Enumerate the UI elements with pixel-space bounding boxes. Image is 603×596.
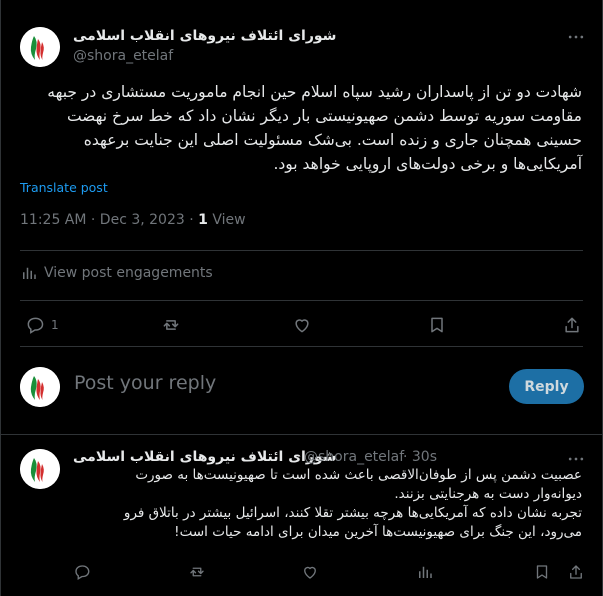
logo-icon <box>20 367 60 407</box>
bookmark-button[interactable] <box>427 315 447 335</box>
repost-button[interactable] <box>161 315 181 335</box>
divider <box>20 346 583 347</box>
logo-icon <box>20 27 60 67</box>
analytics-bars-icon <box>419 566 432 578</box>
divider <box>20 300 583 301</box>
reply-bubble-icon <box>27 317 44 334</box>
divider <box>1 434 602 435</box>
heart-icon <box>304 566 316 579</box>
reply-count: 1 <box>51 318 59 332</box>
reply-button[interactable]: 1 <box>25 315 59 335</box>
reply-author-name[interactable]: شورای ائتلاف نیروهای انقلاب اسلامی <box>73 449 336 465</box>
post-timestamp[interactable]: 11:25 AM · Dec 3, 2023 · <box>20 212 198 228</box>
reply-author-handle[interactable]: @shora_etelaf <box>304 449 404 465</box>
reply-submit-button[interactable]: Reply <box>509 369 584 404</box>
view-count: 1 <box>198 212 208 228</box>
like-button[interactable] <box>292 315 312 335</box>
author-name[interactable]: شورای ائتلاف نیروهای انقلاب اسلامی <box>73 28 336 44</box>
bookmark-icon <box>431 317 443 333</box>
share-icon <box>570 565 582 579</box>
engagements-label: View post engagements <box>44 265 213 281</box>
share-icon <box>565 317 579 333</box>
compose-avatar <box>20 367 60 407</box>
post-meta: 11:25 AM · Dec 3, 2023 · 1 View <box>20 212 246 228</box>
author-handle[interactable]: @shora_etelaf <box>73 48 173 64</box>
share-button[interactable] <box>562 315 582 335</box>
reply-bookmark-button[interactable] <box>533 563 551 581</box>
divider <box>20 250 583 251</box>
repost-icon <box>190 567 204 577</box>
reply-text: عصبیت دشمن پس از طوفان‌الاقصی باعث شده ا… <box>123 467 582 540</box>
reply-bubble-icon <box>75 565 90 580</box>
reply-like-button[interactable] <box>301 563 319 581</box>
analytics-bars-icon <box>23 267 36 279</box>
bookmark-icon <box>536 565 548 579</box>
reply-reply-button[interactable] <box>73 563 91 581</box>
reply-repost-button[interactable] <box>188 563 206 581</box>
more-icon[interactable] <box>566 27 586 47</box>
reply-input[interactable]: Post your reply <box>74 372 216 394</box>
view-engagements-link[interactable]: View post engagements <box>20 264 213 282</box>
reply-share-button[interactable] <box>567 563 585 581</box>
heart-icon <box>295 319 309 333</box>
logo-icon <box>20 449 60 489</box>
author-avatar[interactable] <box>20 27 60 67</box>
post-text: شهادت دو تن از پاسداران رشید سپاه اسلام … <box>47 83 582 173</box>
translate-post-link[interactable]: Translate post <box>20 180 108 195</box>
repost-icon <box>163 320 179 330</box>
tweet-detail-view: شورای ائتلاف نیروهای انقلاب اسلامی @shor… <box>0 0 603 596</box>
reply-analytics-button[interactable] <box>416 563 434 581</box>
view-label: View <box>207 212 246 228</box>
reply-time[interactable]: · 30s <box>403 449 437 465</box>
reply-author-avatar[interactable] <box>20 449 60 489</box>
